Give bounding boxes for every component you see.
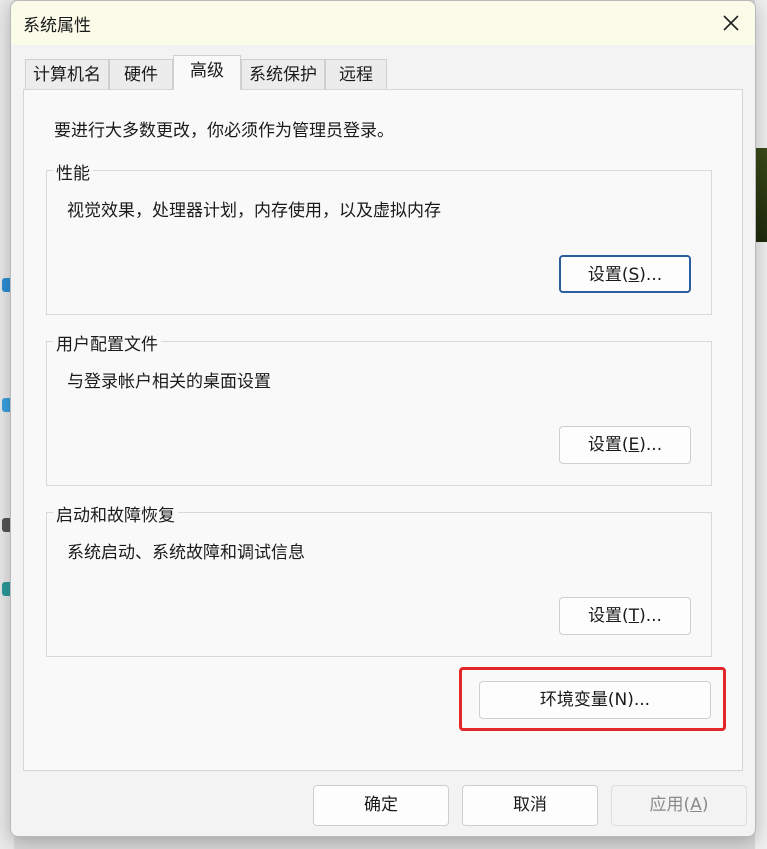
tab-advanced[interactable]: 高级 xyxy=(173,55,241,90)
button-suffix: )... xyxy=(639,606,662,626)
tab-hardware[interactable]: 硬件 xyxy=(109,59,173,89)
annotation-highlight-box xyxy=(459,667,726,731)
background-thumbnail xyxy=(755,148,767,242)
background-window-edge-right xyxy=(755,0,767,849)
user-profiles-settings-button[interactable]: 设置(E)... xyxy=(559,426,691,464)
performance-group: 性能 视觉效果，处理器计划，内存使用，以及虚拟内存 设置(S)... xyxy=(46,159,712,315)
cancel-button[interactable]: 取消 xyxy=(462,785,598,826)
window-title: 系统属性 xyxy=(23,16,91,36)
ok-button[interactable]: 确定 xyxy=(313,785,449,826)
access-key: S xyxy=(628,265,640,285)
user-profiles-description: 与登录帐户相关的桌面设置 xyxy=(67,372,271,392)
advanced-tab-panel: 要进行大多数更改，你必须作为管理员登录。 性能 视觉效果，处理器计划，内存使用，… xyxy=(23,89,743,771)
button-label: 设置( xyxy=(588,606,629,626)
performance-description: 视觉效果，处理器计划，内存使用，以及虚拟内存 xyxy=(67,201,441,221)
tab-remote[interactable]: 远程 xyxy=(325,59,387,89)
tab-system-protection[interactable]: 系统保护 xyxy=(241,59,325,89)
access-key: T xyxy=(628,606,640,626)
user-profiles-group: 用户配置文件 与登录帐户相关的桌面设置 设置(E)... xyxy=(46,330,712,486)
button-suffix: )... xyxy=(639,265,663,285)
close-button[interactable] xyxy=(713,7,749,39)
performance-group-label: 性能 xyxy=(53,159,93,184)
admin-notice: 要进行大多数更改，你必须作为管理员登录。 xyxy=(54,121,394,141)
close-icon xyxy=(723,15,739,31)
access-key: A xyxy=(690,795,702,815)
button-label: 设置( xyxy=(587,265,629,285)
access-key: E xyxy=(628,435,640,455)
startup-recovery-description: 系统启动、系统故障和调试信息 xyxy=(67,543,305,563)
apply-button[interactable]: 应用(A) xyxy=(611,785,747,826)
button-label: 设置( xyxy=(587,435,629,455)
performance-settings-button[interactable]: 设置(S)... xyxy=(559,255,691,293)
user-profiles-group-label: 用户配置文件 xyxy=(53,330,161,355)
button-suffix: )... xyxy=(639,435,663,455)
system-properties-dialog: 系统属性 计算机名 硬件 高级 系统保护 远程 要进行大多数更改，你必须作为管理… xyxy=(10,0,756,837)
title-bar[interactable]: 系统属性 xyxy=(11,1,755,45)
startup-recovery-group-label: 启动和故障恢复 xyxy=(53,501,178,526)
button-suffix: ) xyxy=(701,795,709,815)
button-label: 应用( xyxy=(649,795,691,815)
startup-recovery-settings-button[interactable]: 设置(T)... xyxy=(559,597,691,635)
startup-recovery-group: 启动和故障恢复 系统启动、系统故障和调试信息 设置(T)... xyxy=(46,501,712,657)
tab-computer-name[interactable]: 计算机名 xyxy=(25,59,109,89)
